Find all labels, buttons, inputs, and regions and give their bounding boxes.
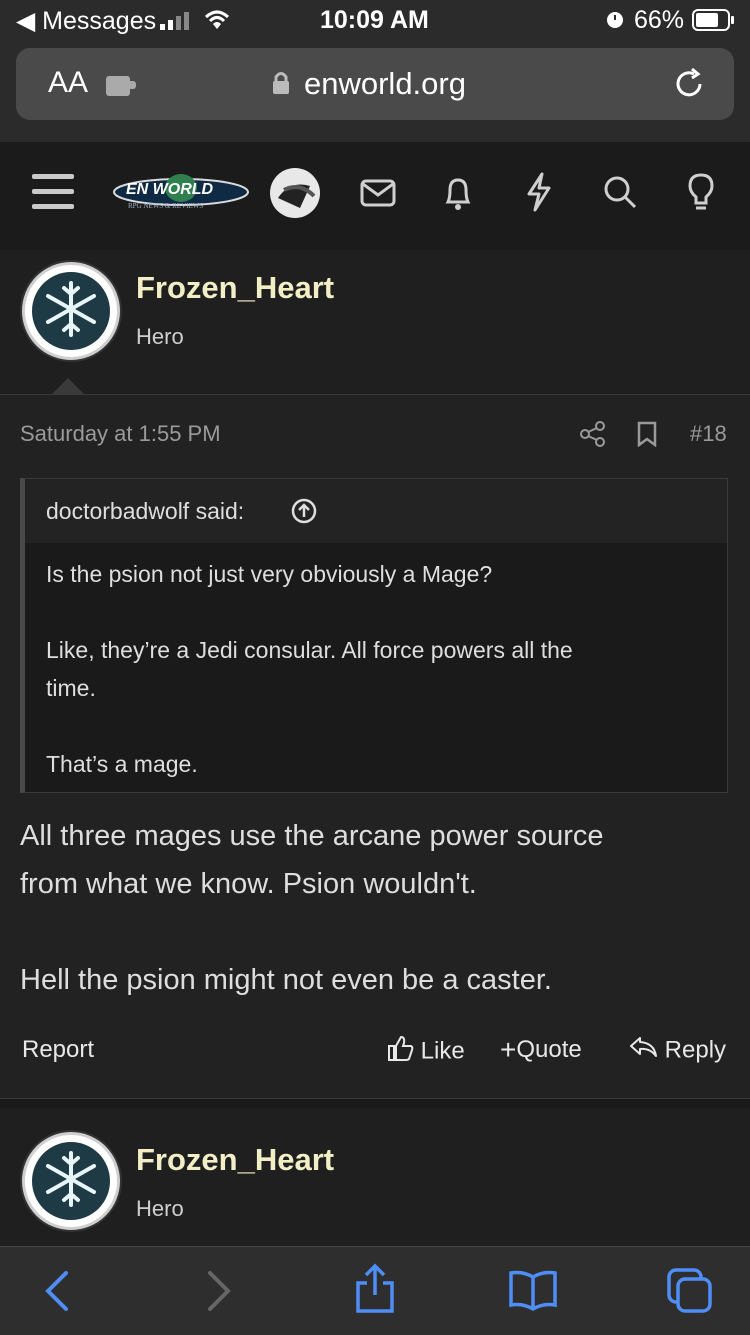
snowflake-icon bbox=[40, 1148, 102, 1215]
battery-percent: 66% bbox=[634, 6, 685, 34]
plus-icon: + bbox=[500, 1034, 517, 1065]
text-size-button[interactable]: AA bbox=[48, 66, 88, 100]
quote-header: doctorbadwolf said: bbox=[25, 479, 727, 543]
lightbulb-icon[interactable] bbox=[686, 172, 716, 217]
next-post-user-block: Frozen_Heart Hero bbox=[0, 1108, 750, 1248]
url-text[interactable]: enworld.org bbox=[304, 66, 466, 102]
thumbs-up-icon bbox=[386, 1034, 414, 1069]
bookmarks-icon[interactable] bbox=[508, 1269, 558, 1316]
quote-line: That’s a mage. bbox=[46, 751, 198, 777]
status-bar: ◀ Messages 10:09 AM 66% bbox=[0, 0, 750, 40]
signal-icon bbox=[160, 10, 194, 35]
next-post-username[interactable]: Frozen_Heart bbox=[136, 1142, 334, 1178]
post-user-title: Hero bbox=[136, 324, 184, 349]
snowflake-icon bbox=[40, 278, 102, 345]
quote-line: Is the psion not just very obviously a M… bbox=[46, 561, 493, 587]
reply-button[interactable]: Reply bbox=[628, 1034, 726, 1067]
post-date[interactable]: Saturday at 1:55 PM bbox=[20, 421, 221, 447]
post-text-line: All three mages use the arcane power sou… bbox=[20, 820, 604, 852]
next-post-user-title: Hero bbox=[136, 1196, 184, 1221]
inbox-icon[interactable] bbox=[360, 178, 396, 213]
back-icon[interactable] bbox=[42, 1269, 72, 1318]
site-header: EN WORLD RPG NEWS & REVIEWS bbox=[0, 142, 750, 250]
wifi-icon bbox=[202, 8, 232, 35]
post-text-line: Hell the psion might not even be a caste… bbox=[20, 964, 552, 996]
logo-text: EN WORLD bbox=[126, 181, 214, 198]
post-text-line: from what we know. Psion wouldn't. bbox=[20, 868, 477, 900]
report-button[interactable]: Report bbox=[22, 1036, 94, 1064]
user-avatar[interactable] bbox=[22, 262, 120, 360]
reload-icon[interactable] bbox=[672, 66, 708, 107]
quote-line: time. bbox=[46, 675, 96, 701]
alarm-icon bbox=[604, 8, 626, 35]
post-user-block: Frozen_Heart Hero bbox=[0, 250, 750, 394]
quote-button[interactable]: +Quote bbox=[500, 1034, 582, 1066]
share-icon[interactable] bbox=[580, 421, 606, 452]
user-avatar-button[interactable] bbox=[270, 168, 320, 218]
user-avatar[interactable] bbox=[22, 1132, 120, 1230]
back-app-label: Messages bbox=[42, 7, 157, 35]
quote-label: Quote bbox=[516, 1036, 582, 1063]
back-to-app-link[interactable]: ◀ Messages bbox=[16, 6, 156, 36]
address-bar[interactable]: AA enworld.org bbox=[16, 48, 734, 120]
quote-author[interactable]: doctorbadwolf said: bbox=[46, 498, 244, 525]
user-block-pointer bbox=[52, 378, 84, 394]
post-username[interactable]: Frozen_Heart bbox=[136, 270, 334, 306]
lock-icon bbox=[272, 70, 290, 101]
battery-icon bbox=[692, 9, 736, 36]
bookmark-icon[interactable] bbox=[636, 421, 658, 452]
browser-toolbar bbox=[0, 1246, 750, 1335]
clock: 10:09 AM bbox=[320, 6, 429, 34]
reply-icon bbox=[628, 1034, 658, 1067]
extension-icon[interactable] bbox=[104, 70, 138, 105]
arrow-up-circle-icon[interactable] bbox=[291, 498, 317, 529]
quote-line: Like, they’re a Jedi consular. All force… bbox=[46, 637, 573, 663]
bell-icon[interactable] bbox=[442, 174, 474, 217]
post-number-link[interactable]: #18 bbox=[690, 421, 727, 447]
lightning-icon[interactable] bbox=[524, 172, 554, 217]
site-logo[interactable]: EN WORLD RPG NEWS & REVIEWS bbox=[112, 172, 250, 216]
tabs-icon[interactable] bbox=[666, 1267, 714, 1320]
search-icon[interactable] bbox=[602, 174, 638, 215]
logo-subtext: RPG NEWS & REVIEWS bbox=[128, 202, 204, 210]
like-label: Like bbox=[420, 1037, 465, 1065]
share-sheet-icon[interactable] bbox=[354, 1263, 396, 1320]
like-button[interactable]: Like bbox=[386, 1034, 465, 1069]
forward-icon[interactable] bbox=[204, 1269, 234, 1318]
menu-icon[interactable] bbox=[32, 174, 74, 219]
quote-block: doctorbadwolf said: Is the psion not jus… bbox=[20, 478, 728, 793]
reply-label: Reply bbox=[664, 1036, 727, 1064]
